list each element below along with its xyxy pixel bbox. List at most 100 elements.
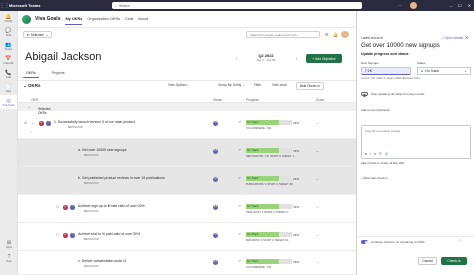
- avatar[interactable]: [341, 31, 349, 38]
- table-row[interactable]: c. Deliver collaboration suite v2 BEHAVI…: [18, 251, 356, 275]
- panel-subtitle: Update progress and status: [361, 52, 409, 56]
- tab-organization-okrs[interactable]: Organization OKRs: [87, 14, 120, 24]
- rail-item-calls[interactable]: 📞 Calls: [0, 67, 17, 81]
- bulk-check-in-button[interactable]: Bulk Check-in: [296, 82, 324, 90]
- tab-chat[interactable]: Chat: [125, 14, 133, 24]
- rail-label: Files: [5, 89, 12, 93]
- column-header-progress[interactable]: Progress: [246, 98, 259, 102]
- table-header: OKR Owner Progress Score: [18, 96, 356, 103]
- notification-icon[interactable]: 🔔: [332, 31, 339, 38]
- owner-avatar[interactable]: AJ: [213, 149, 218, 154]
- section-header[interactable]: ⌄ Selected OKRs: [18, 103, 356, 115]
- table-row[interactable]: ☐ ◎ ↑ Achieve trial to % paid ratio of o…: [18, 223, 356, 251]
- okr-subtitle: BEHAVIOUR: [84, 182, 99, 185]
- check-in-button[interactable]: Check-in: [441, 257, 467, 265]
- table-row[interactable]: ☐ ◎ ↑ Achieve sign up to fit rate ratio …: [18, 195, 356, 223]
- score-value: —: [316, 149, 319, 153]
- view-options-button[interactable]: View Options ⌄: [168, 83, 190, 87]
- okr-title[interactable]: a. Get over 10000 new signups: [78, 148, 126, 152]
- bold-icon[interactable]: B: [365, 152, 367, 156]
- group-by-label: Group By: Entity: [218, 83, 242, 87]
- minimize-button[interactable]: –: [450, 0, 452, 11]
- chevron-down-icon[interactable]: ⌄: [31, 121, 34, 125]
- tab-projects[interactable]: Projects: [49, 70, 68, 78]
- stop-rollup-toggle[interactable]: [361, 92, 368, 97]
- rail-item-calendar[interactable]: 📅 Calendar: [0, 53, 17, 67]
- rail-item-help[interactable]: ? Help: [0, 251, 18, 265]
- rail-item-chat[interactable]: 💬 Chat: [0, 25, 17, 39]
- owner-avatar[interactable]: AJ: [213, 177, 218, 182]
- settings-icon[interactable]: ⚙: [323, 31, 330, 38]
- okr-title[interactable]: b. Get published product reviews in over…: [78, 176, 165, 180]
- okr-title[interactable]: 1. Successfully launch version 3 of our …: [54, 120, 135, 124]
- view-chart-label: View chart: [272, 83, 287, 87]
- panel-title: Get over 10000 new signups: [361, 42, 440, 49]
- trend-up-icon: ↗: [238, 120, 241, 124]
- maximize-button[interactable]: ☐: [458, 0, 462, 11]
- owner-avatar[interactable]: AJ: [213, 233, 218, 238]
- progress-metric: TRIAL RATIO: 0 (START: 0, TARGET: 2...: [246, 211, 290, 214]
- status-label: Status: [417, 61, 426, 65]
- checkbox-icon[interactable]: ☐: [56, 233, 59, 237]
- status-dropdown[interactable]: ● On Track ⌄: [417, 67, 471, 75]
- chevron-up-icon[interactable]: ⌃: [30, 131, 33, 135]
- filter-button[interactable]: Filter: [254, 83, 261, 87]
- progress-metric: PAID RATIO: 0 (START: 0, TARGET: 30...: [246, 239, 290, 242]
- close-window-button[interactable]: ✕: [468, 0, 471, 11]
- view-chart-button[interactable]: View chart: [272, 83, 287, 87]
- more-icon[interactable]: ···: [398, 0, 402, 11]
- app-launcher-icon[interactable]: ⋮⋮: [0, 0, 10, 11]
- period-selector[interactable]: Q2 2022 Apr 1 - Jun 30: [238, 53, 294, 62]
- add-objective-button[interactable]: + Add Objective: [306, 54, 342, 63]
- continue-check-in-label: Continue check-in on remaining 2 OKRs: [371, 240, 425, 244]
- rail-label: Activity: [4, 19, 13, 23]
- next-period-icon[interactable]: ›: [296, 56, 297, 61]
- checkbox-icon[interactable]: ☑: [24, 121, 27, 125]
- rail-label: Help: [6, 259, 12, 263]
- rail-item-activity[interactable]: 🔔 Activity: [0, 11, 17, 25]
- check-in-date: Date of check-in: Today, 20 May 2022: [361, 162, 405, 165]
- tab-about[interactable]: About: [138, 14, 148, 24]
- rail-item-viva-goals[interactable]: ◎ Viva Goals: [0, 95, 17, 109]
- owner-avatar[interactable]: AJ: [213, 205, 218, 210]
- app-name: Viva Goals: [35, 16, 61, 22]
- owner-avatar[interactable]: AJ: [213, 121, 218, 126]
- italic-icon[interactable]: I: [370, 152, 371, 156]
- column-header-score[interactable]: Score: [316, 98, 324, 102]
- table-row-selected[interactable]: a. Get over 10000 new signups BEHAVIOUR …: [18, 139, 356, 167]
- new-signups-input[interactable]: 7.2K: [361, 67, 411, 75]
- checkbox-icon[interactable]: ☐: [56, 205, 59, 209]
- progress-bar: On Track: [246, 148, 292, 153]
- bullet-list-icon[interactable]: ☰: [379, 152, 382, 156]
- selected-filter-button[interactable]: ▾ Selected ⌄: [23, 31, 53, 38]
- open-details-link[interactable]: ⤢ Open details: [441, 36, 463, 40]
- close-icon[interactable]: ✕: [465, 35, 468, 40]
- tab-my-okrs[interactable]: My OKRs: [65, 14, 83, 25]
- cancel-button[interactable]: Cancel: [418, 257, 437, 265]
- global-search-input[interactable]: ⌕ Search: [112, 2, 362, 9]
- tab-okrs[interactable]: OKRs: [23, 70, 39, 78]
- rail-item-teams[interactable]: 👥 Teams: [0, 39, 17, 53]
- continue-check-in-toggle[interactable]: [361, 240, 368, 244]
- people-search-input[interactable]: Search for people, teams and more: [246, 31, 320, 38]
- okr-title[interactable]: Achieve trial to % paid ratio of over 30…: [78, 232, 140, 236]
- column-header-owner[interactable]: Owner: [213, 98, 222, 102]
- avatar[interactable]: [410, 2, 417, 9]
- progress-status: On Track: [247, 232, 259, 236]
- rail-item-apps[interactable]: ⊞ Apps: [0, 237, 18, 251]
- underline-icon[interactable]: U: [374, 152, 376, 156]
- okr-title[interactable]: Achieve sign up to fit rate ratio of ove…: [78, 204, 145, 208]
- group-by-button[interactable]: Group By: Entity ⌄: [218, 83, 245, 87]
- note-label: Add a note (Optional): [361, 108, 390, 112]
- main-content: ▾ Selected ⌄ Search for people, teams an…: [18, 28, 356, 275]
- note-editor[interactable]: Type @ to mention people B I U ☰ 🔗: [361, 125, 471, 159]
- rail-item-files[interactable]: 📄 Files: [0, 81, 17, 95]
- table-row[interactable]: b. Get published product reviews in over…: [18, 167, 356, 195]
- link-icon[interactable]: 🔗: [385, 152, 389, 156]
- score-value: —: [316, 121, 319, 125]
- okr-title[interactable]: c. Deliver collaboration suite v2: [78, 259, 126, 263]
- column-header-okr[interactable]: OKR: [31, 98, 38, 102]
- table-row[interactable]: ☑ ⌄ ◎ ↑ 1. Successfully launch version 3…: [18, 111, 356, 139]
- show-last-check-in[interactable]: › Show last check-in: [361, 176, 388, 180]
- owner-avatar[interactable]: AJ: [213, 260, 218, 265]
